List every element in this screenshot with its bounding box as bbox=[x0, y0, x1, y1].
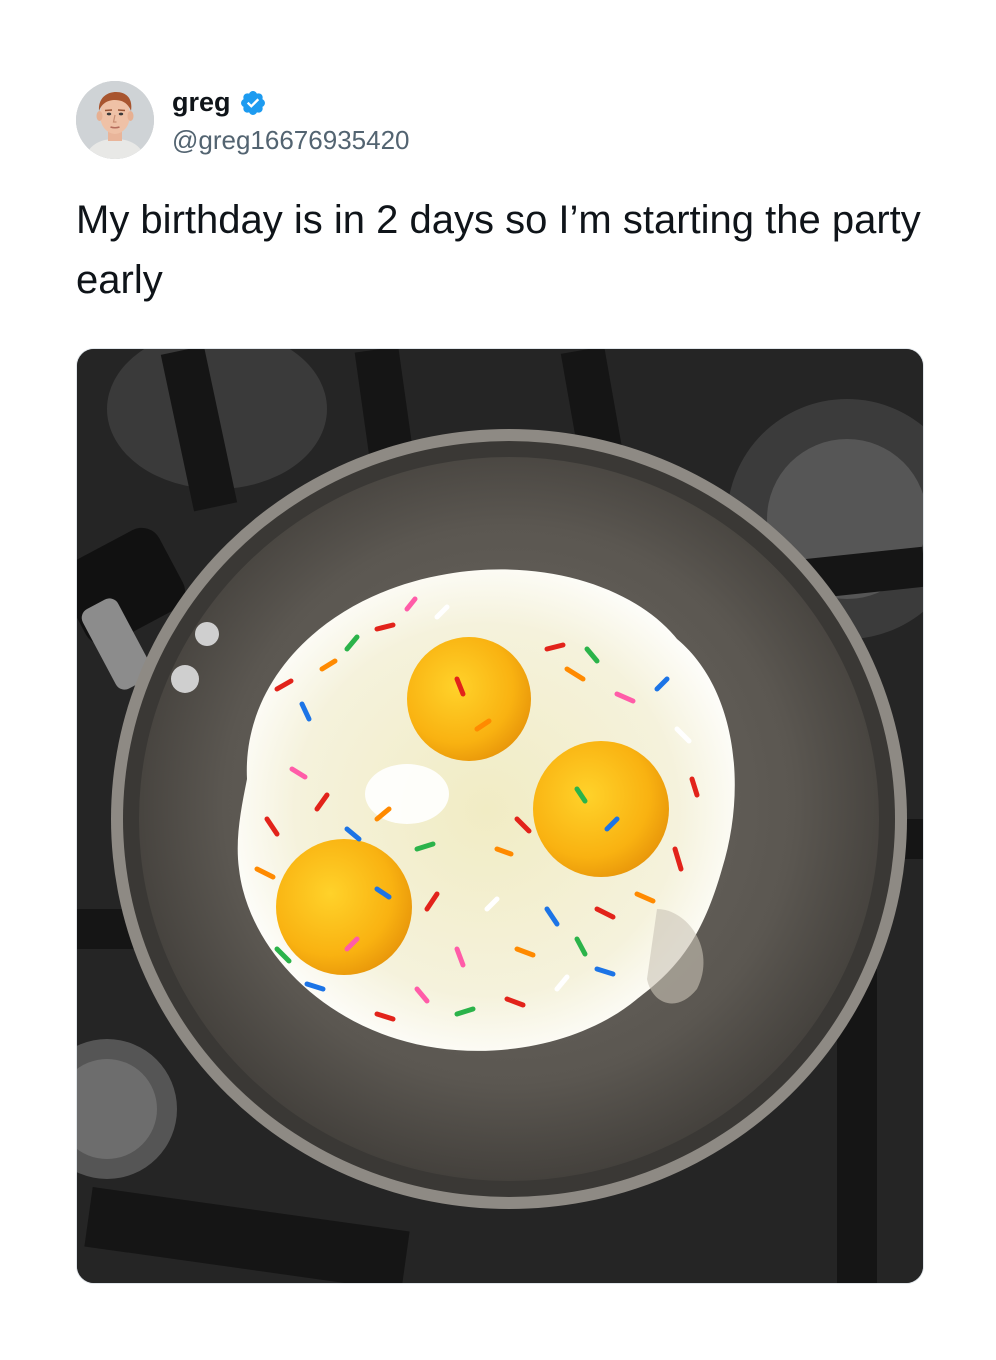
verified-badge-icon bbox=[239, 89, 267, 117]
tweet-header: greg @greg16676935420 bbox=[76, 80, 410, 160]
avatar-image bbox=[76, 81, 154, 159]
author-names: greg @greg16676935420 bbox=[172, 85, 410, 156]
author-handle[interactable]: @greg16676935420 bbox=[172, 125, 410, 156]
author-display-name[interactable]: greg bbox=[172, 87, 231, 118]
avatar[interactable] bbox=[76, 81, 154, 159]
tweet-media-photo[interactable] bbox=[76, 348, 924, 1284]
tweet-card: greg @greg16676935420 My birthday is in … bbox=[0, 0, 996, 1360]
photo-of-fried-eggs-with-sprinkles bbox=[77, 349, 923, 1283]
tweet-text: My birthday is in 2 days so I’m starting… bbox=[76, 198, 921, 302]
name-row: greg bbox=[172, 85, 410, 121]
